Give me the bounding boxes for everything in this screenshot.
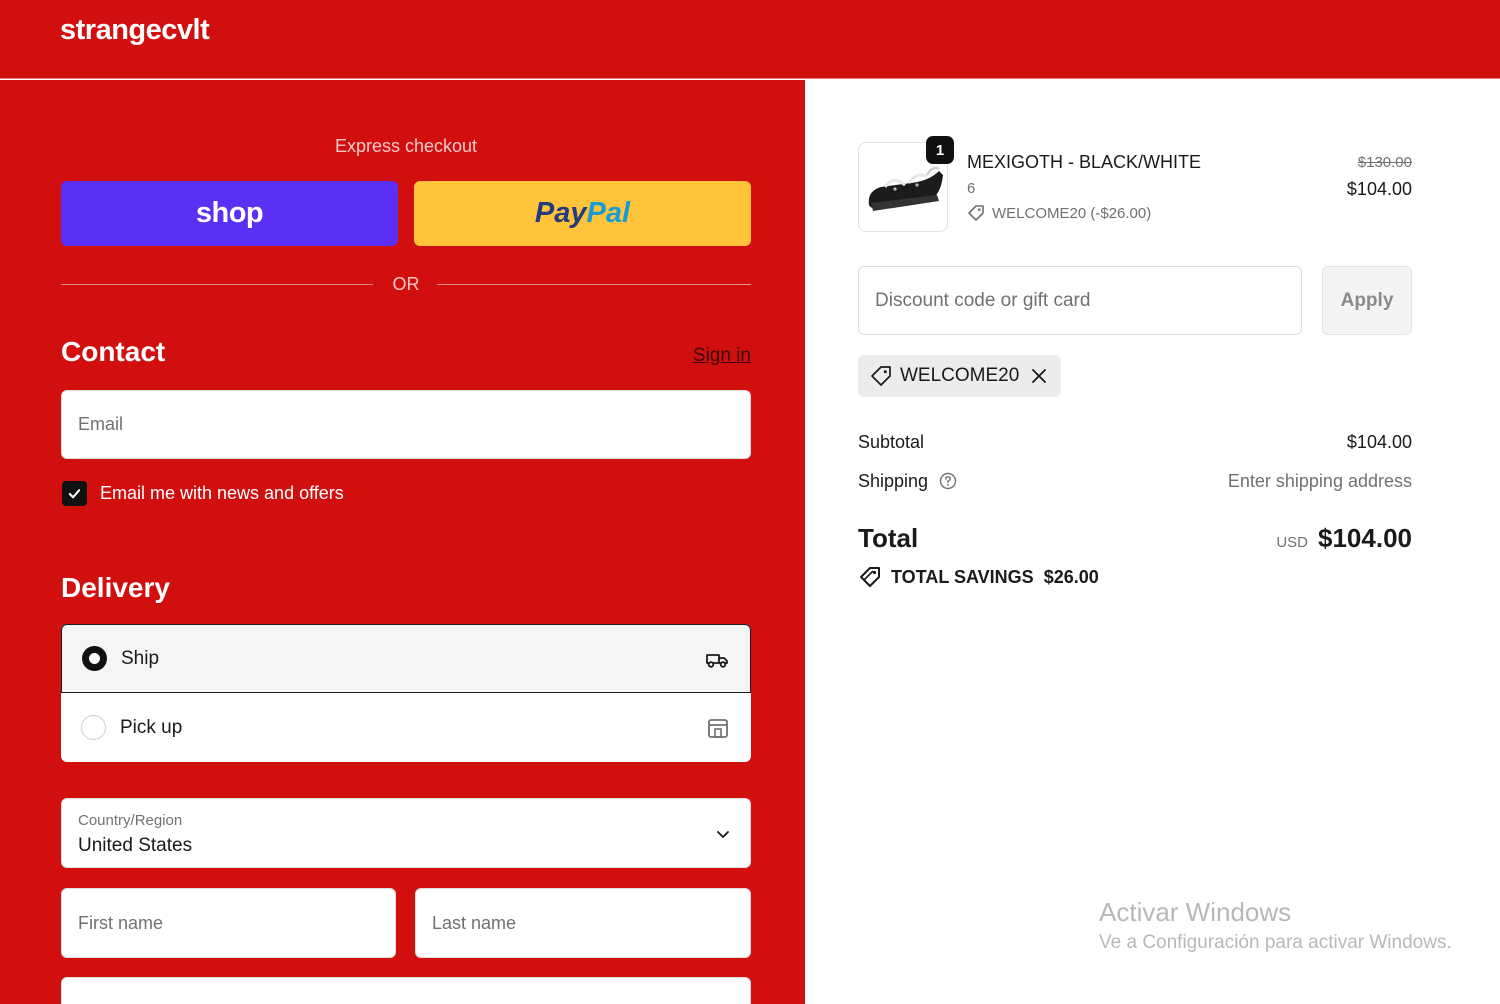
apply-discount-button[interactable]: Apply [1322, 266, 1412, 335]
delivery-option-pickup[interactable]: Pick up [61, 693, 751, 762]
discount-field-wrapper [858, 266, 1302, 335]
total-amount: USD $104.00 [1276, 523, 1412, 554]
sign-in-link[interactable]: Sign in [693, 345, 751, 367]
savings-label: TOTAL SAVINGS [891, 566, 1034, 587]
savings-value: $26.00 [1043, 566, 1099, 587]
paypal-logo-part1: Pay [534, 197, 587, 229]
contact-heading: Contact [61, 336, 166, 367]
store-icon [708, 718, 728, 738]
country-select[interactable]: Country/Region United States [61, 798, 751, 868]
store-header: strangecvlt [0, 0, 1500, 79]
address-field-wrapper [61, 977, 751, 1004]
windows-activation-watermark: Activar Windows Ve a Configuración para … [1099, 897, 1452, 954]
product-discount-text: WELCOME20 (-$26.00) [992, 204, 1152, 222]
store-logo[interactable]: strangecvlt [60, 14, 210, 47]
divider-line-right [437, 284, 751, 285]
total-savings: TOTAL SAVINGS $26.00 [858, 565, 1099, 589]
email-field-wrapper [61, 390, 751, 459]
savings-tag-icon [860, 567, 880, 587]
ship-radio[interactable] [82, 646, 107, 671]
watermark-subtitle: Ve a Configuración para activar Windows. [1099, 932, 1452, 953]
country-value: United States [78, 835, 193, 856]
shipping-value: Enter shipping address [1227, 471, 1412, 491]
product-variant: 6 [967, 180, 976, 197]
country-label: Country/Region [78, 812, 183, 829]
quantity-badge: 1 [926, 136, 954, 164]
newsletter-option: Email me with news and offers [62, 481, 344, 506]
help-icon[interactable] [939, 472, 957, 490]
applied-discount-tag: WELCOME20 [858, 355, 1062, 397]
first-name-wrapper [61, 888, 396, 958]
first-name-field[interactable] [78, 889, 379, 957]
total-label: Total [858, 523, 919, 553]
applied-code-text: WELCOME20 [900, 365, 1020, 386]
pickup-label: Pick up [120, 716, 183, 738]
discount-code-input[interactable] [875, 267, 1285, 334]
watermark-title: Activar Windows [1099, 897, 1292, 927]
delivery-heading: Delivery [61, 572, 170, 603]
subtotal-value: $104.00 [1346, 432, 1412, 452]
shipping-label: Shipping [858, 471, 929, 491]
email-field[interactable] [78, 391, 734, 458]
original-price: $130.00 [1357, 154, 1412, 171]
chevron-down-icon [717, 831, 729, 838]
total-value: $104.00 [1318, 523, 1412, 553]
delivery-method-group: Ship Pick up [61, 624, 751, 762]
newsletter-label: Email me with news and offers [100, 483, 344, 503]
newsletter-checkbox[interactable] [62, 481, 87, 506]
tag-icon [968, 205, 984, 221]
product-discount: WELCOME20 (-$26.00) [967, 204, 1151, 222]
total-currency: USD [1276, 534, 1309, 551]
pickup-radio[interactable] [81, 715, 106, 740]
last-name-field[interactable] [432, 889, 734, 957]
paypal-logo-part2: Pal [586, 197, 631, 229]
order-summary-panel: 1 MEXIGOTH - BLACK/WHITE 6 WELCOME20 (-$… [805, 80, 1500, 1004]
subtotal-label: Subtotal [858, 432, 925, 452]
item-price: $104.00 [1346, 179, 1412, 199]
or-divider: OR [61, 274, 751, 294]
remove-discount-icon[interactable] [1031, 368, 1047, 384]
ship-label: Ship [121, 647, 160, 669]
last-name-wrapper [415, 888, 751, 958]
checkout-form-panel: Express checkout shop Pay Pal OR Contact … [0, 80, 805, 1004]
express-checkout-label: Express checkout [334, 136, 478, 156]
shipping-row-label: Shipping [858, 471, 957, 492]
delivery-option-ship[interactable]: Ship [61, 624, 751, 693]
paypal-button[interactable]: Pay Pal [414, 181, 751, 246]
address-field[interactable] [78, 978, 734, 1004]
truck-icon [706, 653, 728, 668]
product-name: MEXIGOTH - BLACK/WHITE [967, 152, 1202, 172]
check-icon [68, 489, 81, 499]
shop-pay-button[interactable]: shop [61, 181, 398, 246]
tag-icon [871, 366, 891, 386]
